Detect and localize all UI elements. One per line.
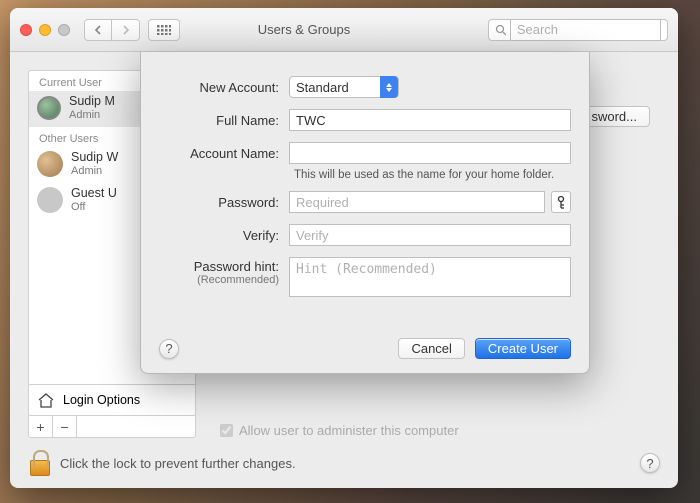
window-controls [20,24,70,36]
password-input[interactable] [289,191,545,213]
password-label: Password: [159,195,279,210]
key-icon [556,195,566,209]
house-icon [37,392,55,408]
new-user-sheet: New Account: Standard Full Name: Account… [140,52,590,374]
lock-text: Click the lock to prevent further change… [60,456,296,471]
search-input[interactable] [510,19,661,41]
account-name-label: Account Name: [159,146,279,161]
window-title: Users & Groups [128,22,480,37]
back-button[interactable] [84,19,112,41]
account-name-note: This will be used as the name for your h… [294,169,571,181]
search-icon [495,24,506,36]
allow-admin-label: Allow user to administer this computer [239,423,459,438]
footer: Click the lock to prevent further change… [10,438,678,488]
sheet-help-button[interactable]: ? [159,339,179,359]
search-field[interactable] [488,19,668,41]
allow-admin-row: Allow user to administer this computer [212,413,660,438]
allow-admin-checkbox [220,424,233,437]
chevron-left-icon [94,25,102,35]
account-type-popup[interactable]: Standard [289,76,399,98]
user-name: Sudip W [71,151,118,165]
verify-label: Verify: [159,228,279,243]
user-role: Admin [71,165,118,177]
account-type-value: Standard [296,80,349,95]
avatar [37,187,63,213]
hint-textarea[interactable] [289,257,571,297]
account-name-input[interactable] [289,142,571,164]
help-button[interactable]: ? [640,453,660,473]
preferences-window: Users & Groups Current User Sudip M Admi… [10,8,678,488]
cancel-button[interactable]: Cancel [398,338,464,359]
recommended-label: (Recommended) [159,274,279,287]
avatar [37,96,61,120]
titlebar: Users & Groups [10,8,678,52]
hint-label: Password hint: [194,259,279,274]
remove-user-button[interactable]: − [53,416,77,437]
login-options-label: Login Options [63,393,140,407]
add-remove-bar: + − [29,415,195,437]
popup-arrows-icon [380,76,398,98]
full-name-label: Full Name: [159,113,279,128]
new-account-label: New Account: [159,80,279,95]
user-role: Off [71,201,117,213]
user-role: Admin [69,109,115,121]
full-name-input[interactable] [289,109,571,131]
user-name: Sudip M [69,95,115,109]
minimize-window-button[interactable] [39,24,51,36]
user-name: Guest U [71,187,117,201]
add-user-button[interactable]: + [29,416,53,437]
lock-icon[interactable] [28,450,50,476]
zoom-window-button[interactable] [58,24,70,36]
close-window-button[interactable] [20,24,32,36]
password-assistant-button[interactable] [551,191,571,213]
create-user-button[interactable]: Create User [475,338,571,359]
login-options-row[interactable]: Login Options [29,384,195,415]
verify-input[interactable] [289,224,571,246]
avatar [37,151,63,177]
